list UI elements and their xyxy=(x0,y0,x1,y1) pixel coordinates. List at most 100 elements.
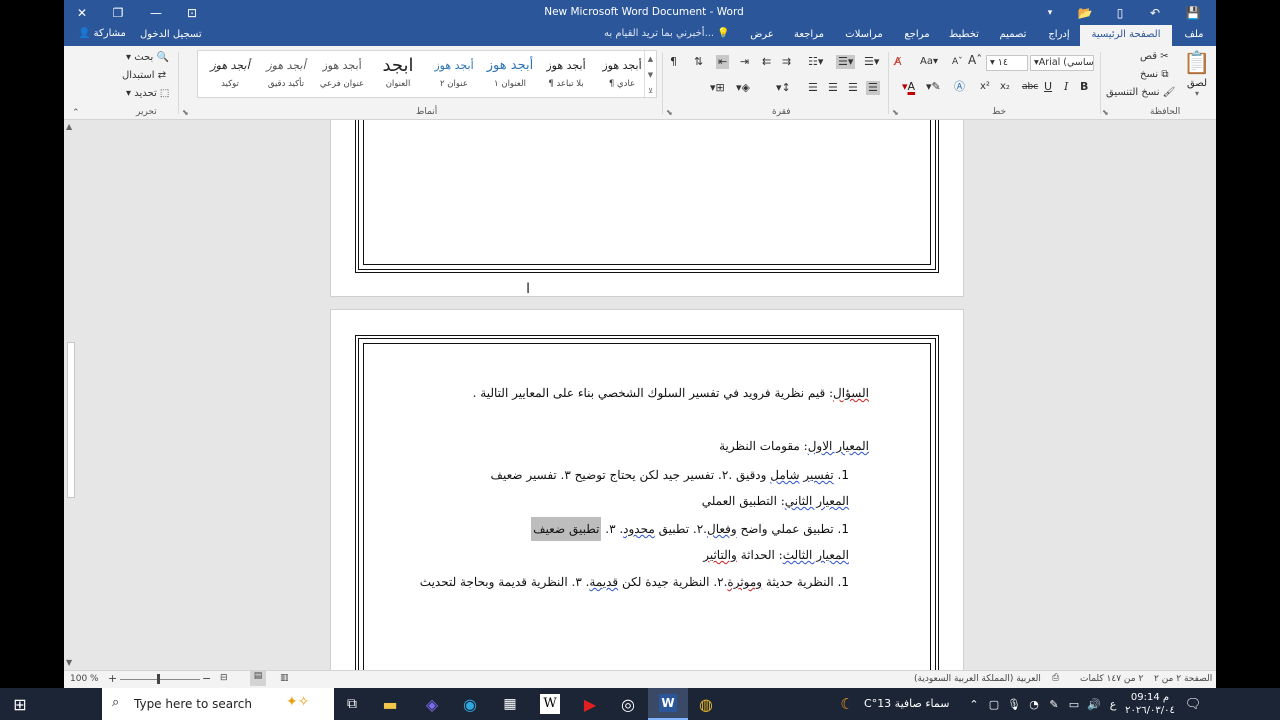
style-emphasis[interactable]: أبجد هوز توكيد xyxy=(202,53,258,97)
microphone-icon[interactable]: 🎙 xyxy=(1006,688,1022,720)
proofing-icon[interactable]: ⎙ xyxy=(1052,673,1059,683)
rtl-direction-icon[interactable]: ⇤ xyxy=(716,55,730,69)
show-marks-icon[interactable]: ¶ xyxy=(670,55,677,69)
minimize-icon[interactable]: — xyxy=(140,0,172,25)
customize-toolbar-icon[interactable]: ▾ xyxy=(1034,0,1066,25)
weather-text[interactable]: سماء صافية 13°C xyxy=(864,697,949,710)
start-button[interactable]: ⊞ xyxy=(0,688,40,720)
open-icon[interactable]: 📂 xyxy=(1069,0,1101,25)
style-normal[interactable]: أبجد هوز ¶ عادي xyxy=(594,53,650,97)
criterion-1-item[interactable]: 1. تفسير شامل ودقيق .٢. تفسير جيد لكن يح… xyxy=(491,468,849,482)
align-left-icon[interactable]: ☰ xyxy=(848,81,858,95)
cut-button[interactable]: قص ✂ xyxy=(1140,50,1169,64)
criterion-2-item[interactable]: 1. تطبيق عملي واضح وفعال.٢. تطبيق محدود.… xyxy=(531,517,849,541)
chrome-icon[interactable]: ◍ xyxy=(692,688,720,720)
copy-button[interactable]: نسخ ⧉ xyxy=(1140,68,1169,82)
tab-view[interactable]: عرض xyxy=(742,25,782,46)
vertical-scrollbar[interactable]: ▲ ▼ xyxy=(64,120,78,670)
close-icon[interactable]: ✕ xyxy=(66,0,98,25)
style-heading-1[interactable]: أبجد هوز العنوان ١ xyxy=(482,53,538,97)
recorder-icon[interactable]: ◎ xyxy=(614,688,642,720)
font-size-select[interactable]: ▾ ١٤ xyxy=(986,55,1028,71)
decrease-indent-icon[interactable]: ⇇ xyxy=(762,55,771,69)
tab-insert[interactable]: إدراج xyxy=(1040,25,1078,46)
subscript-button[interactable]: x₂ xyxy=(1000,80,1010,94)
clock[interactable]: 09:14 م ٢٠٢٦/٠٣/٠٤ xyxy=(1124,691,1176,717)
tab-layout[interactable]: تخطيط xyxy=(942,25,986,46)
store-icon[interactable]: ▦ xyxy=(496,688,524,720)
zoom-out-icon[interactable]: − xyxy=(202,672,211,685)
ribbon-display-icon[interactable]: ⊡ xyxy=(176,0,208,25)
find-button[interactable]: ▾ بحث 🔍 xyxy=(126,51,169,65)
align-center-icon[interactable]: ☰ xyxy=(828,81,838,95)
tell-me-box[interactable]: أخبرني بما تريد القيام به... 💡 xyxy=(604,28,730,39)
italic-button[interactable]: I xyxy=(1064,80,1068,94)
criterion-3-item[interactable]: 1. النظرية حديثة وموثرة.٢. النظرية جيدة … xyxy=(420,575,849,589)
sort-icon[interactable]: ⇅ xyxy=(694,55,703,69)
shrink-font-button[interactable]: Aˇ xyxy=(952,55,963,69)
web-layout-icon[interactable]: ⊟ xyxy=(220,673,228,683)
line-spacing-icon[interactable]: ▾↕ xyxy=(776,81,791,95)
paragraph-launcher-icon[interactable]: ⬊ xyxy=(666,108,673,117)
tab-design[interactable]: تصميم xyxy=(990,25,1036,46)
clipboard-launcher-icon[interactable]: ⬊ xyxy=(1102,108,1109,117)
font-launcher-icon[interactable]: ⬊ xyxy=(892,108,899,117)
ltr-direction-icon[interactable]: ⇥ xyxy=(740,55,749,69)
zoom-in-icon[interactable]: + xyxy=(108,672,117,685)
zoom-slider[interactable] xyxy=(120,679,200,680)
file-explorer-icon[interactable]: ▬ xyxy=(376,688,404,720)
shading-icon[interactable]: ▾◈ xyxy=(736,81,750,95)
style-subtle-emphasis[interactable]: أبجد هوز تأكيد دقيق xyxy=(258,53,314,97)
edge-icon[interactable]: ◉ xyxy=(456,688,484,720)
tab-mailings[interactable]: مراسلات xyxy=(836,25,892,46)
style-subtitle[interactable]: أبجد هوز عنوان فرعي xyxy=(314,53,370,97)
numbering-icon[interactable]: ☰▾ xyxy=(836,55,856,69)
wikipedia-icon[interactable]: W xyxy=(536,688,564,720)
tab-home[interactable]: الصفحة الرئيسية xyxy=(1080,25,1172,46)
language-indicator[interactable]: العربية (المملكة العربية السعودية) xyxy=(914,674,1041,684)
collapse-ribbon-icon[interactable]: ⌃ xyxy=(72,108,80,118)
volume-icon[interactable]: 🔊 xyxy=(1086,688,1102,720)
scroll-down-icon[interactable]: ▼ xyxy=(66,658,72,667)
question-line[interactable]: السؤال: قيم نظرية فرويد في تفسير السلوك … xyxy=(473,386,869,400)
text-effects-icon[interactable]: Ⓐ xyxy=(954,80,965,94)
format-painter-button[interactable]: نسخ التنسيق 🖌 xyxy=(1106,86,1175,100)
page-number[interactable]: الصفحة ٢ من ٢ xyxy=(1154,674,1212,684)
word-count[interactable]: ٢ من ١٤٧ كلمات xyxy=(1080,674,1143,684)
multilevel-list-icon[interactable]: ☷▾ xyxy=(808,55,823,69)
zoom-slider-thumb[interactable] xyxy=(157,674,160,684)
change-case-button[interactable]: Aa▾ xyxy=(920,55,938,69)
superscript-button[interactable]: x² xyxy=(980,80,990,94)
styles-launcher-icon[interactable]: ⬊ xyxy=(182,108,189,117)
increase-indent-icon[interactable]: ⇉ xyxy=(782,55,791,69)
grow-font-button[interactable]: Aˆ xyxy=(968,53,982,67)
undo-icon[interactable]: ↶ xyxy=(1139,0,1171,25)
font-name-select[interactable]: ▾Arial (أساسي) xyxy=(1030,55,1094,71)
criterion-2-heading[interactable]: المعيار الثاني: التطبيق العملي xyxy=(702,494,849,508)
pen-icon[interactable]: ✎ xyxy=(1046,688,1062,720)
word-taskbar-icon[interactable]: W xyxy=(648,688,688,720)
share-button[interactable]: 👤 مشاركة xyxy=(78,28,126,39)
align-right-icon[interactable]: ☰ xyxy=(866,81,880,95)
criterion-3-heading[interactable]: المعيار الثالث: الحداثة والتاثير xyxy=(703,548,849,562)
input-language[interactable]: ع xyxy=(1104,688,1122,720)
highlight-icon[interactable]: ▾✎ xyxy=(926,80,941,94)
restore-icon[interactable]: ❐ xyxy=(102,0,134,25)
paste-button[interactable]: 📋 لصق ▾ xyxy=(1182,50,1212,100)
criterion-1-heading[interactable]: المعيار الاول: مقومات النظرية xyxy=(719,439,869,453)
tab-file[interactable]: ملف xyxy=(1174,25,1214,46)
style-title[interactable]: ابجد العنوان xyxy=(370,53,426,97)
scroll-up-icon[interactable]: ▲ xyxy=(66,122,72,131)
youtube-icon[interactable]: ▶ xyxy=(576,688,604,720)
select-button[interactable]: ▾ تحديد ⬚ xyxy=(126,87,169,101)
font-color-button[interactable]: ▾A xyxy=(902,80,915,94)
justify-icon[interactable]: ☰ xyxy=(808,81,818,95)
underline-button[interactable]: U xyxy=(1044,80,1052,94)
print-layout-icon[interactable]: ▤ xyxy=(250,671,266,686)
copilot-icon[interactable]: ◈ xyxy=(418,688,446,720)
bold-button[interactable]: B xyxy=(1080,80,1088,94)
signin-button[interactable]: تسجيل الدخول xyxy=(140,29,202,40)
network-icon[interactable]: ◔ xyxy=(1026,688,1042,720)
scrollbar-thumb[interactable] xyxy=(67,342,75,498)
taskbar-extra-icon[interactable]: ▢ xyxy=(986,688,1002,720)
